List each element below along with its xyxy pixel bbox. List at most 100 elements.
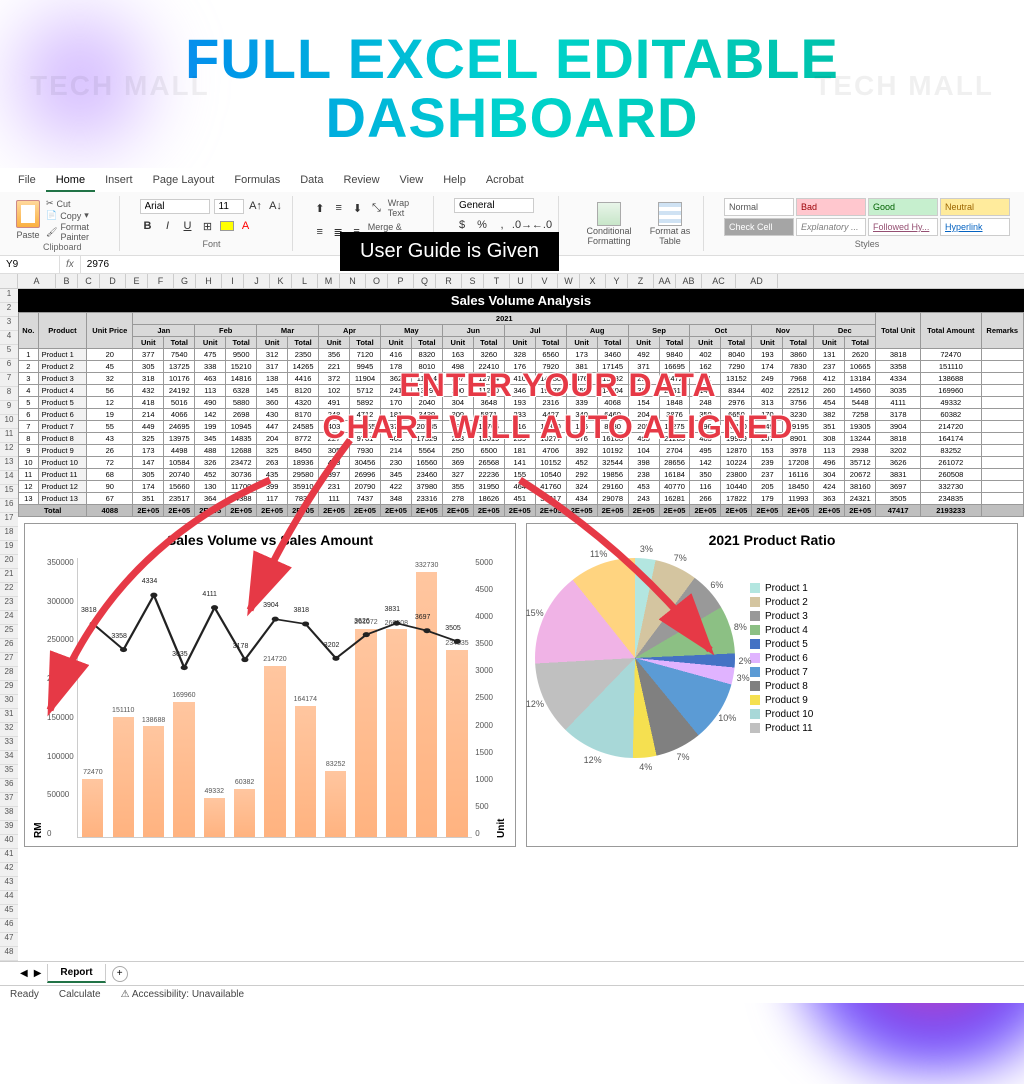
- ribbon-tab-acrobat[interactable]: Acrobat: [476, 170, 534, 192]
- col-header[interactable]: T: [484, 274, 510, 288]
- col-header[interactable]: J: [244, 274, 270, 288]
- row-header[interactable]: 12: [0, 443, 18, 457]
- style-check-cell[interactable]: Check Cell: [724, 218, 794, 236]
- row-header[interactable]: 15: [0, 485, 18, 499]
- row-header[interactable]: 10: [0, 415, 18, 429]
- col-header[interactable]: AD: [736, 274, 778, 288]
- row-header[interactable]: 33: [0, 737, 18, 751]
- col-header[interactable]: N: [340, 274, 366, 288]
- row-header[interactable]: 41: [0, 849, 18, 863]
- col-header[interactable]: A: [18, 274, 56, 288]
- font-color-button[interactable]: A: [238, 218, 254, 234]
- row-header[interactable]: 47: [0, 933, 18, 947]
- row-header[interactable]: 39: [0, 821, 18, 835]
- sheet-tab-report[interactable]: Report: [47, 964, 105, 983]
- increase-font-icon[interactable]: A↑: [248, 198, 264, 214]
- style-bad[interactable]: Bad: [796, 198, 866, 216]
- row-header[interactable]: 35: [0, 765, 18, 779]
- col-header[interactable]: S: [462, 274, 484, 288]
- row-header[interactable]: 27: [0, 653, 18, 667]
- row-header[interactable]: 18: [0, 527, 18, 541]
- col-header[interactable]: X: [580, 274, 606, 288]
- conditional-formatting-button[interactable]: Conditional Formatting: [579, 202, 639, 246]
- number-format-select[interactable]: [454, 198, 534, 213]
- row-header[interactable]: 23: [0, 597, 18, 611]
- row-header[interactable]: 8: [0, 387, 18, 401]
- name-box[interactable]: Y9: [0, 256, 60, 273]
- row-header[interactable]: 6: [0, 359, 18, 373]
- col-header[interactable]: L: [292, 274, 318, 288]
- col-header[interactable]: AA: [654, 274, 676, 288]
- bold-button[interactable]: B: [140, 218, 156, 234]
- row-header[interactable]: 25: [0, 625, 18, 639]
- col-header[interactable]: F: [148, 274, 174, 288]
- row-header[interactable]: 36: [0, 779, 18, 793]
- col-header[interactable]: R: [436, 274, 462, 288]
- row-header[interactable]: 11: [0, 429, 18, 443]
- fx-icon[interactable]: fx: [60, 256, 81, 273]
- row-header[interactable]: 45: [0, 905, 18, 919]
- row-header[interactable]: 20: [0, 555, 18, 569]
- align-mid-icon[interactable]: ≡: [331, 200, 346, 216]
- row-header[interactable]: 32: [0, 723, 18, 737]
- font-name-select[interactable]: [140, 199, 210, 214]
- sheet-nav-next-icon[interactable]: ▶: [34, 968, 42, 979]
- col-header[interactable]: AB: [676, 274, 702, 288]
- col-header[interactable]: E: [126, 274, 148, 288]
- col-header[interactable]: H: [196, 274, 222, 288]
- row-header[interactable]: 37: [0, 793, 18, 807]
- align-top-icon[interactable]: ⬆: [313, 200, 328, 216]
- orientation-icon[interactable]: ⤡: [369, 200, 384, 216]
- currency-icon[interactable]: $: [454, 217, 470, 233]
- ribbon-tab-view[interactable]: View: [390, 170, 434, 192]
- row-header[interactable]: 3: [0, 317, 18, 331]
- row-header[interactable]: 28: [0, 667, 18, 681]
- ribbon-tab-review[interactable]: Review: [333, 170, 389, 192]
- col-header[interactable]: O: [366, 274, 388, 288]
- paste-button[interactable]: Paste: [14, 198, 42, 242]
- align-left-icon[interactable]: ≡: [313, 224, 327, 240]
- col-header[interactable]: K: [270, 274, 292, 288]
- wrap-text-button[interactable]: Wrap Text: [388, 198, 425, 218]
- ribbon-tab-help[interactable]: Help: [433, 170, 476, 192]
- pie-chart[interactable]: 2021 Product Ratio 3%7%6%8%2%3%10%7%4%12…: [526, 523, 1018, 847]
- fill-color-button[interactable]: [220, 221, 234, 231]
- col-header[interactable]: I: [222, 274, 244, 288]
- row-header[interactable]: 19: [0, 541, 18, 555]
- row-header[interactable]: 40: [0, 835, 18, 849]
- row-header[interactable]: 43: [0, 877, 18, 891]
- decrease-decimal-icon[interactable]: ←.0: [534, 217, 550, 233]
- row-header[interactable]: 4: [0, 331, 18, 345]
- col-header[interactable]: Y: [606, 274, 628, 288]
- ribbon-tab-page-layout[interactable]: Page Layout: [143, 170, 225, 192]
- ribbon-tab-home[interactable]: Home: [46, 170, 95, 192]
- format-as-table-button[interactable]: Format as Table: [645, 202, 695, 246]
- col-header[interactable]: U: [510, 274, 532, 288]
- add-sheet-button[interactable]: +: [112, 966, 128, 982]
- col-header[interactable]: V: [532, 274, 558, 288]
- increase-decimal-icon[interactable]: .0→: [514, 217, 530, 233]
- row-header[interactable]: 22: [0, 583, 18, 597]
- sheet-nav-prev-icon[interactable]: ◀: [20, 968, 28, 979]
- ribbon-tab-insert[interactable]: Insert: [95, 170, 143, 192]
- style-neutral[interactable]: Neutral: [940, 198, 1010, 216]
- combo-chart[interactable]: Sales Volume vs Sales Amount RM 35000030…: [24, 523, 516, 847]
- row-header[interactable]: 24: [0, 611, 18, 625]
- row-header[interactable]: 46: [0, 919, 18, 933]
- col-header[interactable]: G: [174, 274, 196, 288]
- row-header[interactable]: 16: [0, 499, 18, 513]
- ribbon-tab-file[interactable]: File: [8, 170, 46, 192]
- row-header[interactable]: 2: [0, 303, 18, 317]
- row-header[interactable]: 38: [0, 807, 18, 821]
- border-button[interactable]: ⊞: [200, 218, 216, 234]
- col-header[interactable]: W: [558, 274, 580, 288]
- row-header[interactable]: 42: [0, 863, 18, 877]
- style-hyperlink[interactable]: Hyperlink: [940, 218, 1010, 236]
- row-header[interactable]: 13: [0, 457, 18, 471]
- row-header[interactable]: 30: [0, 695, 18, 709]
- row-header[interactable]: 29: [0, 681, 18, 695]
- sheet-body[interactable]: Sales Volume Analysis No.ProductUnit Pri…: [18, 289, 1024, 853]
- row-header[interactable]: 26: [0, 639, 18, 653]
- ribbon-tab-formulas[interactable]: Formulas: [224, 170, 290, 192]
- font-size-select[interactable]: [214, 199, 244, 214]
